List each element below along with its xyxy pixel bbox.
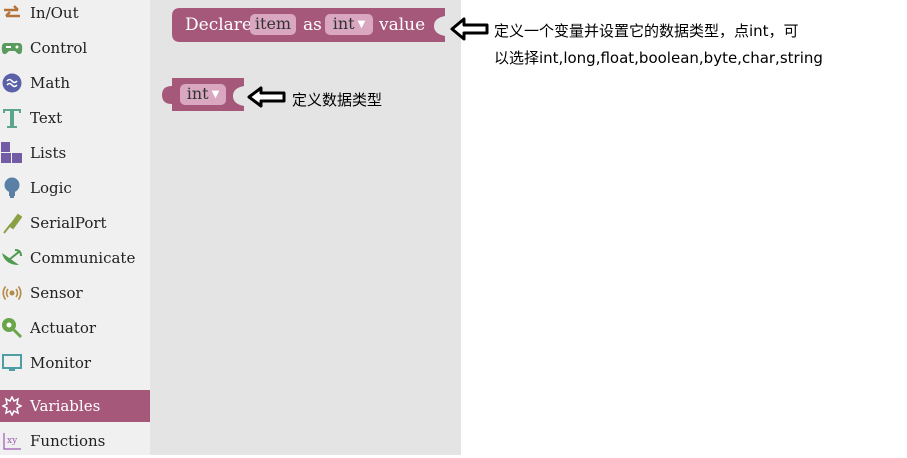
blocks-workspace[interactable]	[150, 0, 461, 455]
category-lists[interactable]: Lists	[0, 135, 150, 170]
type-annotation: 定义数据类型	[292, 91, 383, 109]
category-functions[interactable]: xy Functions	[0, 423, 150, 458]
type-dropdown[interactable]: int ▼	[180, 84, 226, 105]
declare-annotation-line1: 定义一个变量并设置它的数据类型，点int，可	[494, 22, 799, 40]
sensor-icon	[1, 282, 23, 304]
variables-icon	[1, 395, 23, 417]
category-label: Monitor	[30, 353, 92, 372]
category-sensor[interactable]: Sensor	[0, 275, 150, 310]
category-monitor[interactable]: Monitor	[0, 345, 150, 380]
category-text[interactable]: Text	[0, 100, 150, 135]
category-label: Actuator	[30, 318, 97, 337]
category-label: Logic	[30, 178, 72, 197]
category-communicate[interactable]: Communicate	[0, 240, 150, 275]
category-serialport[interactable]: SerialPort	[0, 205, 150, 240]
monitor-icon	[1, 352, 23, 374]
category-variables[interactable]: Variables	[0, 390, 150, 422]
functions-icon: xy	[1, 430, 23, 452]
type-dropdown[interactable]: int ▼	[325, 14, 373, 35]
lists-icon	[1, 141, 23, 164]
category-math[interactable]: Math	[0, 65, 150, 100]
category-label: SerialPort	[30, 213, 107, 232]
svg-text:xy: xy	[7, 436, 18, 446]
math-icon	[1, 72, 23, 94]
category-label: Communicate	[30, 248, 136, 267]
pointer-arrow-icon	[247, 85, 287, 113]
category-label: Control	[30, 38, 88, 57]
category-control[interactable]: Control	[0, 30, 150, 65]
category-label: Math	[30, 73, 70, 92]
type-value: int	[186, 84, 209, 103]
serial-icon	[1, 212, 23, 234]
category-in-out[interactable]: In/Out	[0, 0, 150, 30]
type-value: int	[332, 14, 355, 33]
dropdown-arrow-icon: ▼	[357, 18, 366, 30]
actuator-icon	[1, 317, 23, 339]
toolbox-sidebar: In/Out Control Math Text Lists Logic Ser…	[0, 0, 150, 455]
category-logic[interactable]: Logic	[0, 170, 150, 205]
declare-annotation-line2: 以选择int,long,float,boolean,byte,char,stri…	[494, 49, 823, 67]
declare-variable-block[interactable]: Declare item as int ▼ value	[172, 8, 448, 44]
category-label: Variables	[30, 397, 101, 415]
dropdown-arrow-icon: ▼	[211, 88, 220, 100]
pointer-arrow-icon	[450, 16, 490, 46]
declare-label: Declare	[185, 15, 252, 35]
category-label: Lists	[30, 143, 67, 162]
category-label: Text	[30, 108, 63, 127]
variable-name-field[interactable]: item	[250, 14, 296, 35]
category-actuator[interactable]: Actuator	[0, 310, 150, 345]
bulb-icon	[1, 177, 23, 199]
type-block[interactable]: int ▼	[162, 78, 246, 112]
arrows-icon	[1, 2, 23, 24]
category-label: Functions	[30, 431, 106, 450]
value-label: value	[379, 15, 426, 35]
category-label: In/Out	[30, 3, 79, 22]
text-icon	[1, 107, 23, 129]
satellite-icon	[1, 247, 23, 269]
category-label: Sensor	[30, 283, 83, 302]
as-label: as	[303, 15, 322, 35]
gamepad-icon	[1, 37, 23, 59]
